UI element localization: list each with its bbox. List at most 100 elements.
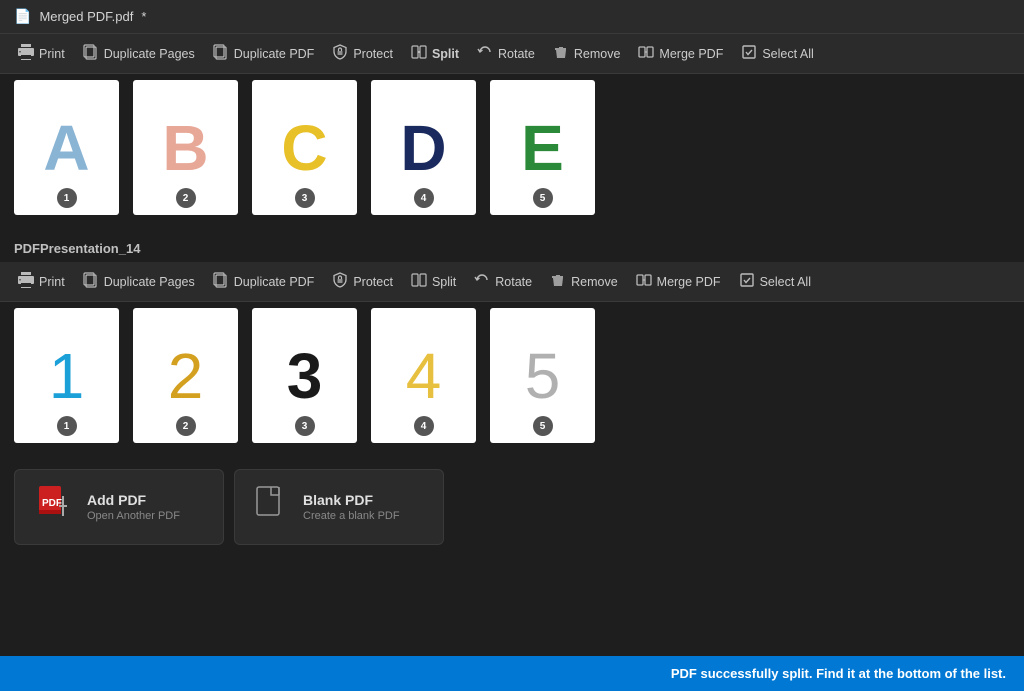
page-number-2-3: 3: [295, 416, 315, 436]
page-letter-1-2: B: [162, 116, 208, 180]
add-pdf-title: Add PDF: [87, 492, 180, 508]
select-all-label-1: Select All: [762, 47, 813, 61]
protect-icon-2: [332, 272, 348, 291]
remove-button-2[interactable]: Remove: [542, 268, 626, 295]
page-thumb-1-4[interactable]: D 4: [371, 80, 476, 215]
select-all-label-2: Select All: [760, 275, 811, 289]
add-pdf-subtitle: Open Another PDF: [87, 510, 180, 522]
page-number-1-1: 1: [57, 188, 77, 208]
pages-row-2: 1 1 2 2 3 3 4 4 5 5: [0, 302, 1024, 459]
status-bar: PDF successfully split. Find it at the b…: [0, 656, 1024, 691]
duplicate-pages-button-2[interactable]: Duplicate Pages: [75, 268, 203, 295]
title-bar: 📄 Merged PDF.pdf *: [0, 0, 1024, 34]
merge-pdf-button-1[interactable]: Merge PDF: [630, 40, 731, 67]
page-number-1-5: 5: [533, 188, 553, 208]
page-thumb-2-5[interactable]: 5 5: [490, 308, 595, 443]
duplicate-pages-label-2: Duplicate Pages: [104, 275, 195, 289]
select-all-icon-1: [741, 44, 757, 63]
merge-pdf-icon-1: [638, 44, 654, 63]
page-number-2-4: 4: [414, 416, 434, 436]
select-all-button-1[interactable]: Select All: [733, 40, 821, 67]
select-all-icon-2: [739, 272, 755, 291]
print-button-2[interactable]: Print: [10, 268, 73, 295]
duplicate-pdf-label-2: Duplicate PDF: [234, 275, 315, 289]
print-label-1: Print: [39, 47, 65, 61]
duplicate-pages-label-1: Duplicate Pages: [104, 47, 195, 61]
rotate-label-1: Rotate: [498, 47, 535, 61]
page-thumb-1-1[interactable]: A 1: [14, 80, 119, 215]
page-number-1-4: 4: [414, 188, 434, 208]
rotate-icon-1: [477, 44, 493, 63]
page-thumb-2-3[interactable]: 3 3: [252, 308, 357, 443]
duplicate-pages-icon-2: [83, 272, 99, 291]
page-number-2-2: 2: [176, 416, 196, 436]
main-content: Print Duplicate Pages Duplicate PDF Prot…: [0, 34, 1024, 656]
remove-icon-2: [550, 272, 566, 291]
svg-text:PDF: PDF: [42, 498, 62, 509]
toolbar-1: Print Duplicate Pages Duplicate PDF Prot…: [0, 34, 1024, 74]
rotate-button-2[interactable]: Rotate: [466, 268, 540, 295]
remove-button-1[interactable]: Remove: [545, 40, 629, 67]
split-button-2[interactable]: Split: [403, 268, 464, 295]
duplicate-pdf-icon-1: [213, 44, 229, 63]
page-number-2-1: 1: [57, 416, 77, 436]
remove-label-2: Remove: [571, 275, 618, 289]
page-letter-1-4: D: [400, 116, 446, 180]
protect-icon-1: [332, 44, 348, 63]
duplicate-pages-button-1[interactable]: Duplicate Pages: [75, 40, 203, 67]
page-digit-2-5: 5: [525, 344, 561, 408]
duplicate-pdf-button-1[interactable]: Duplicate PDF: [205, 40, 323, 67]
duplicate-pdf-label-1: Duplicate PDF: [234, 47, 315, 61]
remove-icon-1: [553, 44, 569, 63]
page-digit-2-2: 2: [168, 344, 204, 408]
select-all-button-2[interactable]: Select All: [731, 268, 819, 295]
page-number-1-3: 3: [295, 188, 315, 208]
blank-pdf-text: Blank PDF Create a blank PDF: [303, 492, 400, 522]
pdf-section-1: Print Duplicate Pages Duplicate PDF Prot…: [0, 34, 1024, 231]
blank-pdf-title: Blank PDF: [303, 492, 400, 508]
split-label-2: Split: [432, 275, 456, 289]
page-thumb-2-1[interactable]: 1 1: [14, 308, 119, 443]
add-pdf-text: Add PDF Open Another PDF: [87, 492, 180, 522]
protect-button-1[interactable]: Protect: [324, 40, 401, 67]
bottom-actions: PDF Add PDF Open Another PDF B: [0, 459, 1024, 555]
page-number-2-5: 5: [533, 416, 553, 436]
blank-pdf-icon: [255, 485, 289, 530]
print-icon-1: [18, 44, 34, 63]
protect-label-2: Protect: [353, 275, 393, 289]
add-pdf-card[interactable]: PDF Add PDF Open Another PDF: [14, 469, 224, 545]
page-digit-2-1: 1: [49, 344, 85, 408]
duplicate-pages-icon-1: [83, 44, 99, 63]
protect-label-1: Protect: [353, 47, 393, 61]
duplicate-pdf-icon-2: [213, 272, 229, 291]
page-thumb-2-4[interactable]: 4 4: [371, 308, 476, 443]
page-thumb-1-5[interactable]: E 5: [490, 80, 595, 215]
page-letter-1-1: A: [43, 116, 89, 180]
merge-pdf-label-1: Merge PDF: [659, 47, 723, 61]
protect-button-2[interactable]: Protect: [324, 268, 401, 295]
rotate-button-1[interactable]: Rotate: [469, 40, 543, 67]
page-thumb-1-2[interactable]: B 2: [133, 80, 238, 215]
blank-pdf-card[interactable]: Blank PDF Create a blank PDF: [234, 469, 444, 545]
rotate-icon-2: [474, 272, 490, 291]
add-pdf-icon: PDF: [35, 484, 73, 530]
rotate-label-2: Rotate: [495, 275, 532, 289]
print-label-2: Print: [39, 275, 65, 289]
split-label-1: Split: [432, 47, 459, 61]
toolbar-2: Print Duplicate Pages Duplicate PDF Prot…: [0, 262, 1024, 302]
page-thumb-1-3[interactable]: C 3: [252, 80, 357, 215]
title-bar-title: Merged PDF.pdf: [39, 9, 133, 24]
merge-pdf-button-2[interactable]: Merge PDF: [628, 268, 729, 295]
title-bar-asterisk: *: [141, 9, 146, 24]
merge-pdf-label-2: Merge PDF: [657, 275, 721, 289]
blank-pdf-subtitle: Create a blank PDF: [303, 510, 400, 522]
split-icon-2: [411, 272, 427, 291]
split-button-1[interactable]: Split: [403, 40, 467, 67]
page-thumb-2-2[interactable]: 2 2: [133, 308, 238, 443]
page-number-1-2: 2: [176, 188, 196, 208]
split-icon-1: [411, 44, 427, 63]
print-button-1[interactable]: Print: [10, 40, 73, 67]
remove-label-1: Remove: [574, 47, 621, 61]
duplicate-pdf-button-2[interactable]: Duplicate PDF: [205, 268, 323, 295]
pages-row-1: A 1 B 2 C 3 D 4 E 5: [0, 74, 1024, 231]
